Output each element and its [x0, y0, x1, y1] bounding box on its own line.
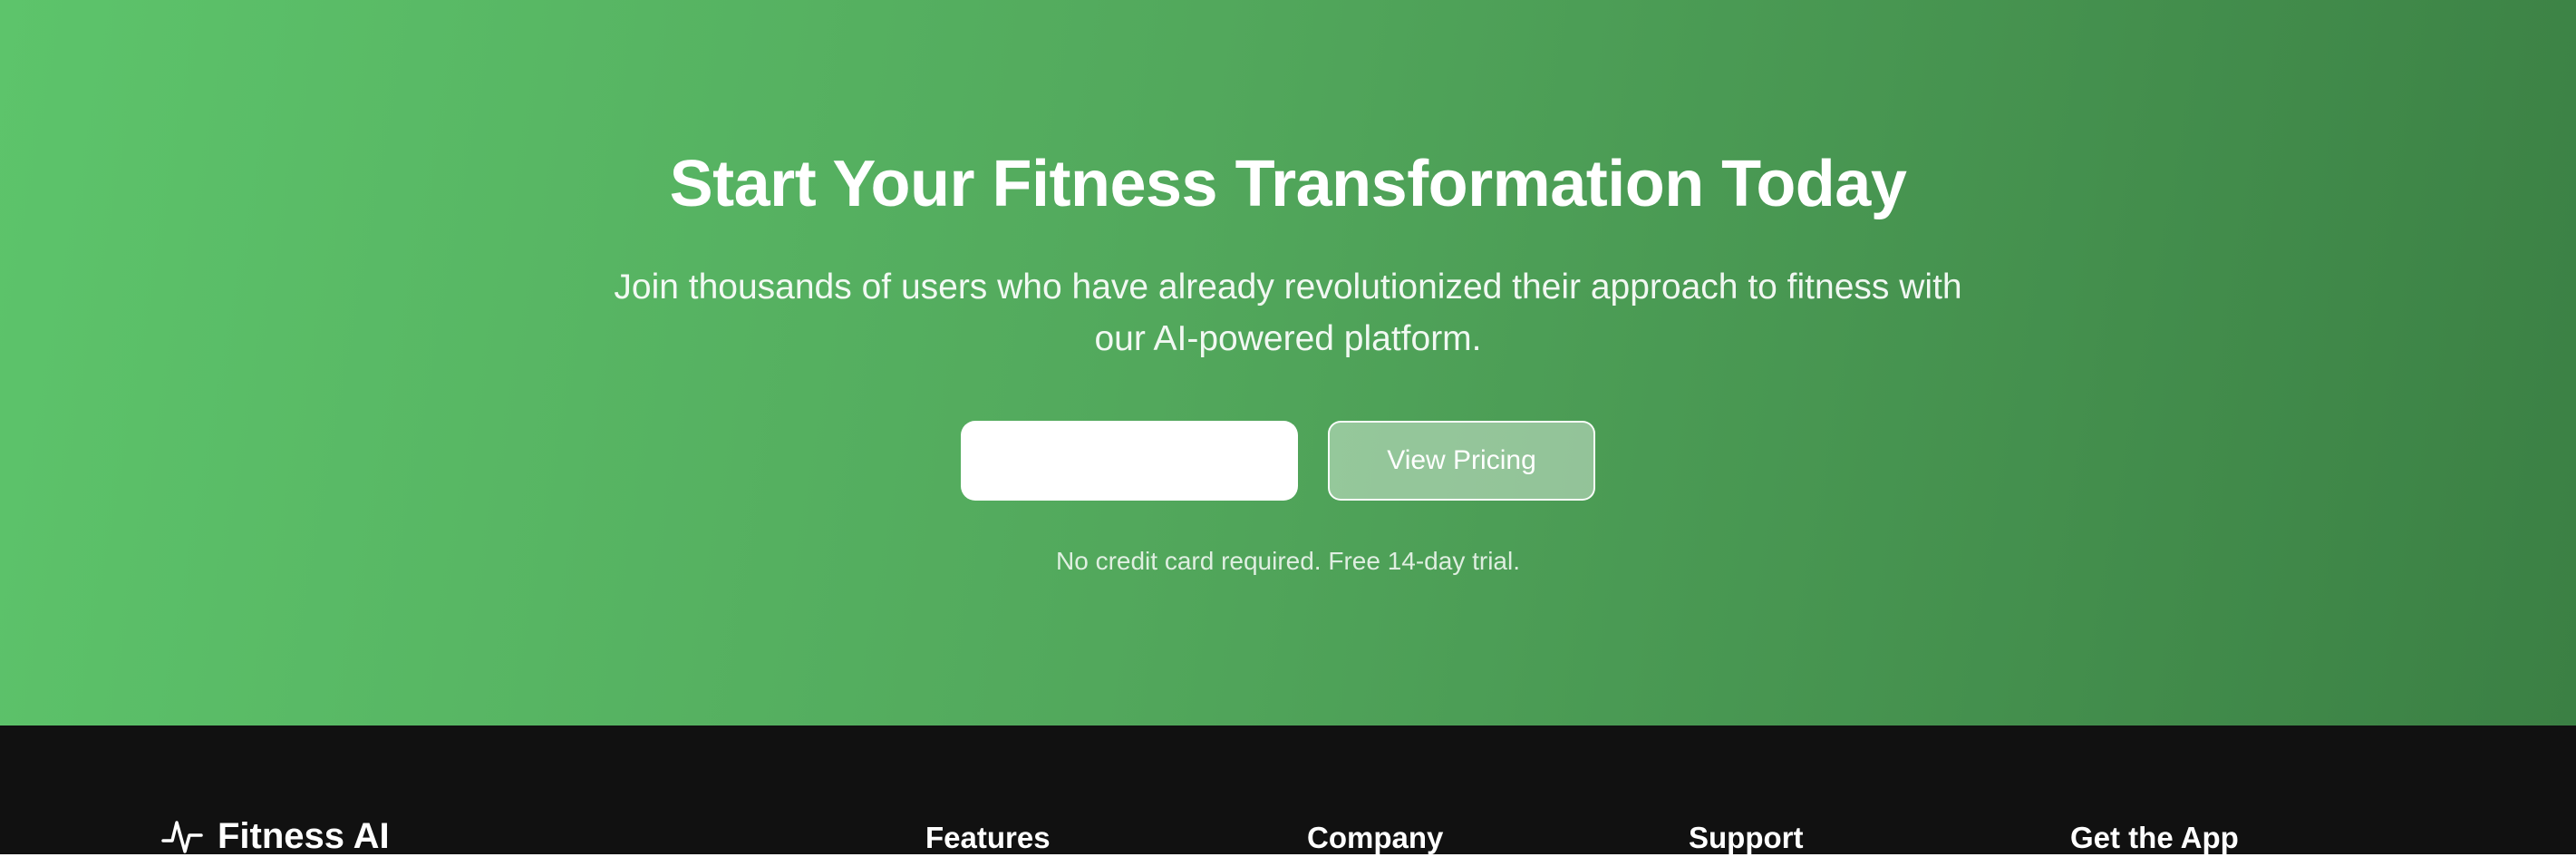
cta-hero-section: Start Your Fitness Transformation Today … — [0, 0, 2576, 726]
footer-heading-get-the-app: Get the App — [2070, 821, 2239, 854]
hero-subtitle: Join thousands of users who have already… — [614, 268, 1962, 358]
email-input[interactable] — [961, 421, 1298, 501]
trial-note: No credit card required. Free 14-day tri… — [1056, 547, 1520, 575]
footer-heading-features: Features — [925, 821, 1051, 854]
view-pricing-button[interactable]: View Pricing — [1328, 421, 1595, 501]
pulse-icon — [161, 821, 203, 853]
cta-row: View Pricing — [0, 421, 2576, 501]
footer-brand[interactable]: Fitness AI — [161, 816, 390, 856]
site-footer: Fitness AI Features Company Support Get … — [0, 726, 2576, 856]
footer-heading-company: Company — [1307, 821, 1444, 854]
brand-name: Fitness AI — [218, 816, 390, 856]
hero-title: Start Your Fitness Transformation Today — [669, 148, 1907, 220]
footer-heading-support: Support — [1689, 821, 1804, 854]
